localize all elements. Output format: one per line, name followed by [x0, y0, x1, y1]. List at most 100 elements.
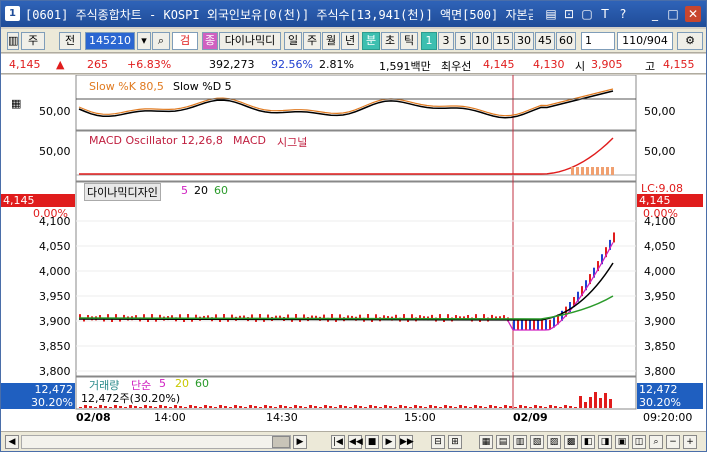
- rewind-icon[interactable]: |◀: [331, 435, 345, 449]
- minimize-button[interactable]: _: [647, 6, 663, 22]
- volume-bar: [399, 405, 402, 408]
- volume-bar: [89, 406, 92, 408]
- maximize-button[interactable]: □: [665, 6, 681, 22]
- tool10-icon[interactable]: ◫: [632, 435, 646, 449]
- volume-bar: [244, 407, 247, 408]
- tool2-icon[interactable]: ▤: [496, 435, 510, 449]
- interval-3[interactable]: 3: [438, 32, 454, 50]
- period-second[interactable]: 초: [381, 32, 399, 50]
- period-day[interactable]: 일: [284, 32, 302, 50]
- period-week[interactable]: 주: [303, 32, 321, 50]
- tool6-icon[interactable]: ▩: [564, 435, 578, 449]
- search-zoom-icon[interactable]: ⌕: [649, 435, 663, 449]
- interval-15[interactable]: 15: [493, 32, 513, 50]
- price-tick-left-0: 4,100: [39, 215, 71, 228]
- volume-bar: [354, 405, 357, 408]
- volume-bar: [594, 392, 597, 408]
- tool8-icon[interactable]: ◨: [598, 435, 612, 449]
- price-tick-left-3: 3,950: [39, 290, 71, 303]
- volume-bar: [294, 405, 297, 408]
- tool5-icon[interactable]: ▨: [547, 435, 561, 449]
- candle: [439, 314, 441, 319]
- type-select[interactable]: 전: [59, 32, 81, 50]
- fast-forward-icon[interactable]: ▶▶: [399, 435, 414, 449]
- dropdown-icon[interactable]: ▾: [137, 32, 151, 50]
- scrollbar-track[interactable]: [21, 435, 291, 449]
- link-icon[interactable]: ⊡: [561, 6, 577, 22]
- volume-bar: [154, 407, 157, 408]
- interval-10[interactable]: 10: [472, 32, 492, 50]
- volume-box-left: 12,472: [1, 383, 75, 396]
- macd-bar: [581, 167, 584, 175]
- period-tick[interactable]: 틱: [400, 32, 418, 50]
- fast-back-icon[interactable]: ◀◀: [348, 435, 363, 449]
- volume-bar: [569, 406, 572, 408]
- period-year[interactable]: 년: [341, 32, 359, 50]
- volume-bar: [164, 406, 167, 408]
- chart-area[interactable]: ▦ Slow %K 80,5 Slow %D 5 50,00 50,00 MAC…: [1, 74, 706, 431]
- volume-bar: [464, 406, 467, 408]
- interval-45[interactable]: 45: [535, 32, 555, 50]
- volume-bar: [459, 405, 462, 408]
- interval-1[interactable]: 1: [421, 32, 437, 50]
- volume-bar: [394, 407, 397, 408]
- dock-icon[interactable]: ▢: [579, 6, 595, 22]
- tag-badge[interactable]: 종: [202, 32, 218, 50]
- volume-bar: [284, 406, 287, 408]
- candle: [403, 314, 405, 319]
- volume-bar: [574, 407, 577, 408]
- zoom-out-icon[interactable]: ⊟: [431, 435, 445, 449]
- window-number: 1: [5, 6, 20, 21]
- code-input[interactable]: 145210: [85, 32, 135, 50]
- volume-bar: [499, 407, 502, 408]
- volume-bar: [274, 407, 277, 408]
- title-bar[interactable]: 1 [0601] 주식종합차트 - KOSPI 외국인보유[0(천)] 주식수[…: [1, 1, 706, 27]
- interval-30[interactable]: 30: [514, 32, 534, 50]
- scroll-left-icon[interactable]: ◀: [5, 435, 19, 449]
- settings-icon[interactable]: ⚙: [677, 32, 703, 50]
- volume-bar: [134, 406, 137, 408]
- stop-icon[interactable]: ■: [365, 435, 379, 449]
- volume-bar: [359, 406, 362, 408]
- current-price: 4,145: [9, 58, 41, 71]
- search-icon[interactable]: ⌕: [152, 32, 170, 50]
- play-icon[interactable]: ▶: [382, 435, 396, 449]
- volume-bar: [474, 405, 477, 408]
- period-month[interactable]: 월: [322, 32, 340, 50]
- x-label-1400: 14:00: [154, 411, 186, 424]
- volume-bar: [484, 407, 487, 408]
- volume-bar: [189, 405, 192, 408]
- open-label: 시: [575, 60, 586, 73]
- volume-bar: [369, 405, 372, 408]
- market-select[interactable]: 주: [21, 32, 45, 50]
- interval-60[interactable]: 60: [556, 32, 576, 50]
- text-icon[interactable]: T: [597, 6, 613, 22]
- vol-ma20: 20: [175, 377, 189, 390]
- plus-icon[interactable]: +: [683, 435, 697, 449]
- period-minute[interactable]: 분: [362, 32, 380, 50]
- scrollbar-thumb[interactable]: [272, 436, 290, 448]
- tool3-icon[interactable]: ▥: [513, 435, 527, 449]
- tool4-icon[interactable]: ▧: [530, 435, 544, 449]
- volume-bar: [209, 406, 212, 408]
- minus-icon[interactable]: −: [666, 435, 680, 449]
- interval-5[interactable]: 5: [455, 32, 471, 50]
- volume-bar: [529, 407, 532, 408]
- scroll-right-icon[interactable]: ▶: [293, 435, 307, 449]
- menu-icon[interactable]: ▥: [7, 32, 19, 50]
- tool7-icon[interactable]: ◧: [581, 435, 595, 449]
- close-button[interactable]: ✕: [685, 6, 701, 22]
- help-icon[interactable]: ?: [615, 6, 631, 22]
- tool9-icon[interactable]: ▣: [615, 435, 629, 449]
- tool1-icon[interactable]: ▦: [479, 435, 493, 449]
- price-tick-right-2: 4,000: [644, 265, 676, 278]
- grid-icon[interactable]: ▦: [11, 97, 21, 110]
- price-tick-left-1: 4,050: [39, 240, 71, 253]
- list-icon[interactable]: ▤: [543, 6, 559, 22]
- filter-button[interactable]: 검: [172, 32, 198, 50]
- zoom-in-icon[interactable]: ⊞: [448, 435, 462, 449]
- volume-bar: [479, 406, 482, 408]
- macd-bar: [596, 167, 599, 175]
- macd-bar: [576, 167, 579, 175]
- count-select[interactable]: 1: [581, 32, 615, 50]
